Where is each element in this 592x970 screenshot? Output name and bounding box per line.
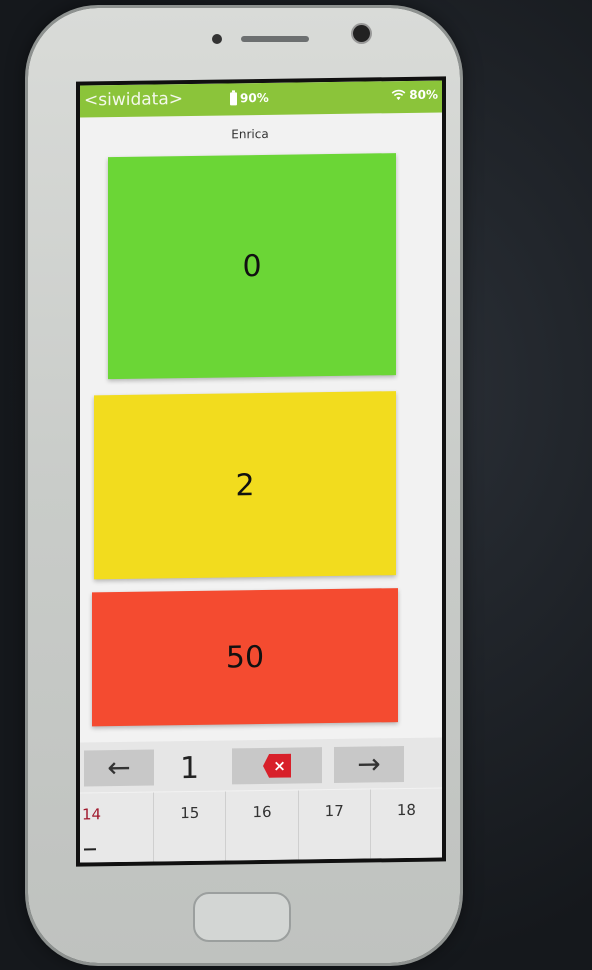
day-label: 15: [180, 803, 200, 823]
clear-button[interactable]: ×: [232, 747, 322, 785]
earpiece-speaker: [241, 36, 309, 42]
user-name: Enrica: [231, 126, 269, 142]
battery-status: 90%: [230, 91, 269, 106]
day-tab-16[interactable]: 16: [225, 790, 298, 861]
wifi-icon: [391, 89, 406, 101]
app-title[interactable]: <siwidata>: [84, 89, 183, 110]
green-count: 0: [242, 248, 262, 284]
app-screen: <siwidata> 90% 80% Enrica 0 2 50 ← 1 × →…: [80, 80, 442, 863]
home-button[interactable]: [193, 892, 291, 942]
day-tab-14[interactable]: 14: [80, 793, 153, 863]
navigation-bar: ← 1 × →: [80, 737, 442, 793]
day-selector: 14 15 16 17 18: [80, 788, 442, 863]
front-camera: [353, 25, 370, 42]
next-button[interactable]: →: [334, 746, 404, 783]
arrow-left-icon: ←: [107, 750, 131, 785]
page-number: 1: [180, 750, 200, 787]
battery-icon: [230, 91, 237, 105]
yellow-count: 2: [235, 467, 255, 503]
day-tab-15[interactable]: 15: [153, 791, 226, 862]
red-counter-tile[interactable]: 50: [92, 588, 398, 727]
day-label: 17: [324, 801, 344, 821]
arrow-right-icon: →: [357, 747, 381, 781]
wifi-level: 80%: [409, 87, 438, 102]
yellow-counter-tile[interactable]: 2: [94, 391, 396, 580]
active-day-indicator: [84, 848, 96, 851]
status-bar: <siwidata> 90% 80%: [80, 80, 442, 118]
green-counter-tile[interactable]: 0: [108, 153, 396, 380]
day-tab-18[interactable]: 18: [369, 788, 442, 859]
wifi-status: 80%: [391, 88, 438, 103]
day-label: 14: [82, 805, 102, 824]
backspace-icon: ×: [263, 754, 291, 778]
day-label: 18: [396, 800, 416, 820]
battery-level: 90%: [240, 90, 269, 106]
red-count: 50: [225, 639, 265, 675]
previous-button[interactable]: ←: [84, 749, 154, 787]
day-label: 16: [252, 802, 272, 822]
day-tab-17[interactable]: 17: [297, 789, 370, 860]
proximity-sensor: [212, 34, 222, 44]
